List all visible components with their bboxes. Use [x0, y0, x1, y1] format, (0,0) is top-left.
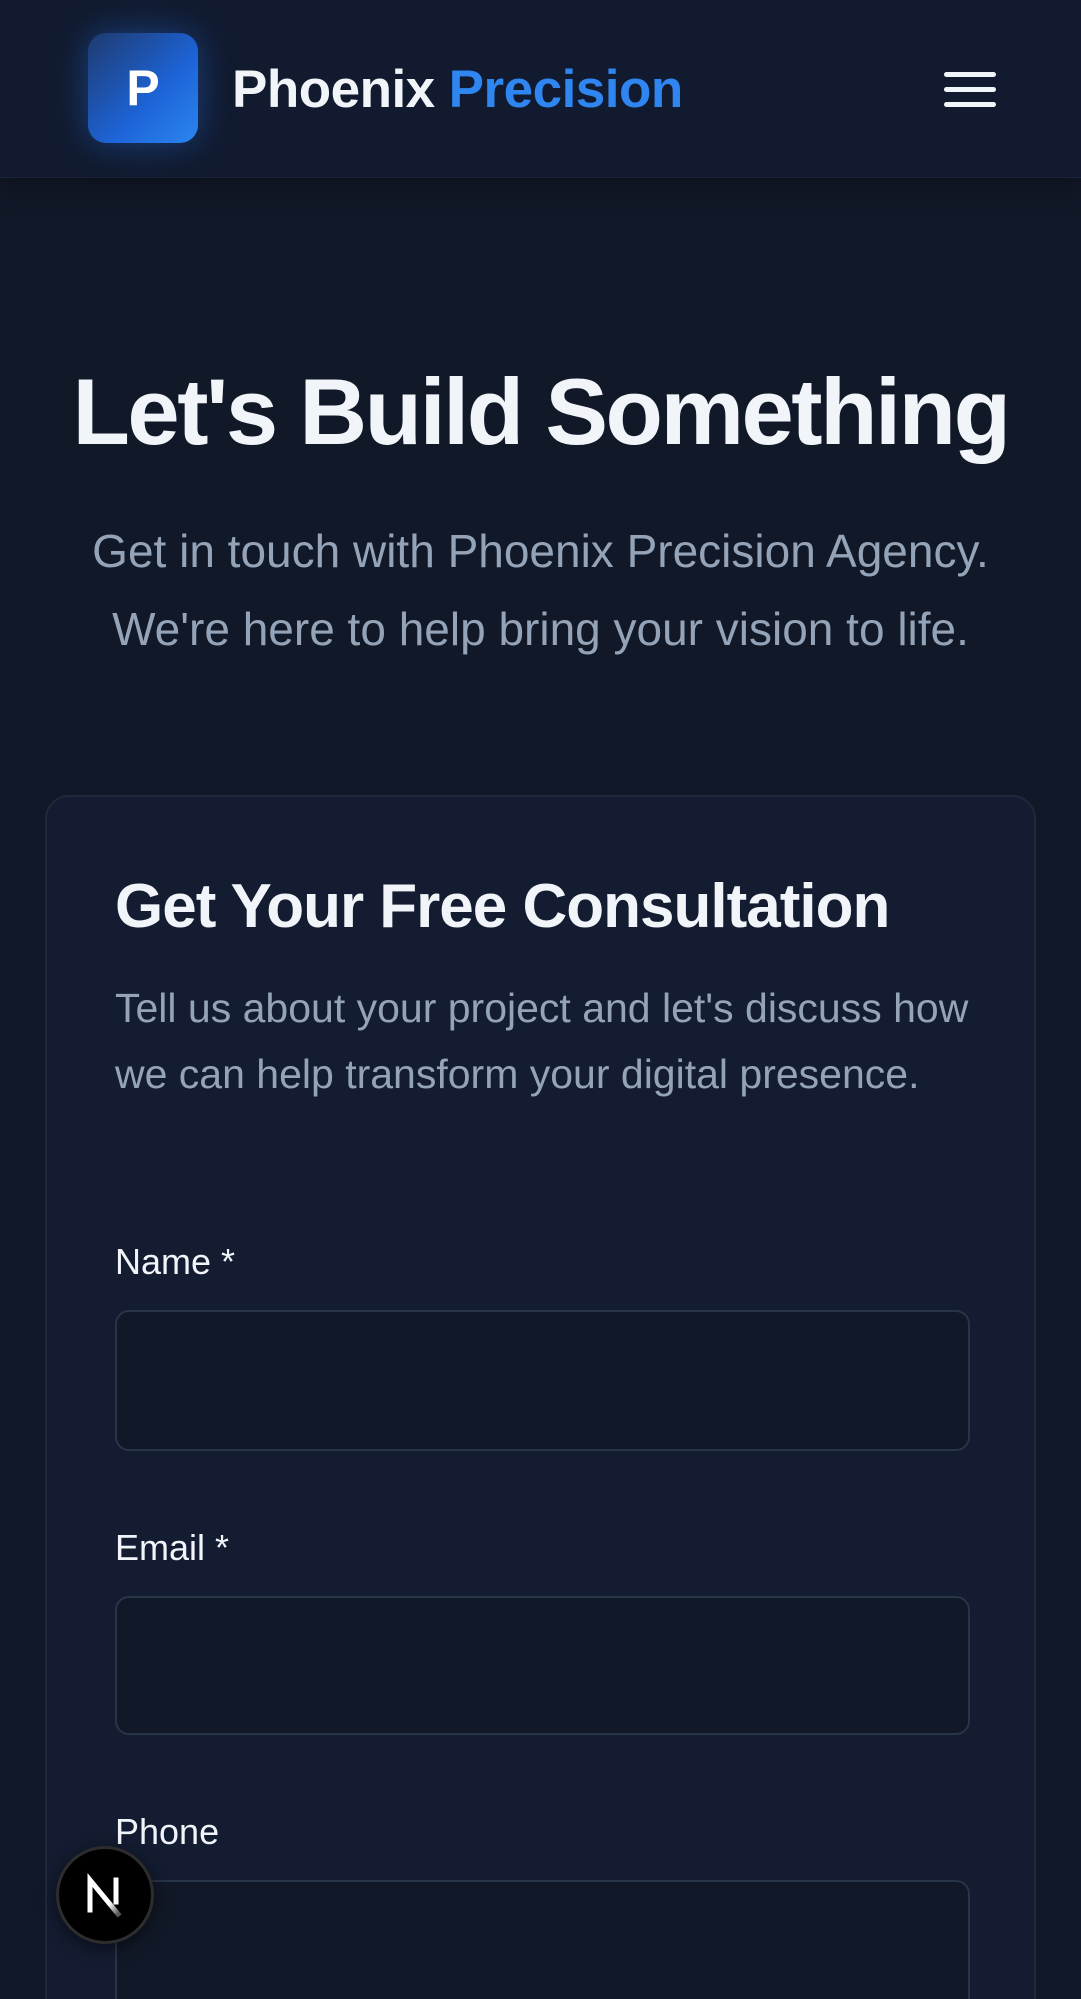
logo-letter: P — [126, 60, 160, 116]
form-description: Tell us about your project and let's dis… — [115, 985, 969, 1097]
hero-subtitle: Get in touch with Phoenix Precision Agen… — [92, 525, 989, 655]
contact-page: P Phoenix Precision Let's Build Somethin… — [0, 0, 1081, 1999]
email-input[interactable] — [115, 1596, 970, 1735]
nextjs-n-glyph — [87, 1873, 122, 1918]
email-label: Email * — [115, 1527, 230, 1568]
nextjs-logo-icon[interactable] — [56, 1846, 154, 1944]
hamburger-menu-icon[interactable] — [930, 56, 1010, 122]
site-header: P Phoenix Precision — [0, 0, 1081, 178]
brand-name-main: Phoenix — [232, 59, 435, 119]
name-input[interactable] — [115, 1310, 970, 1451]
name-label: Name * — [115, 1241, 236, 1282]
phone-label: Phone — [115, 1811, 220, 1852]
menu-bar-top — [944, 71, 996, 77]
menu-bar-middle — [944, 86, 996, 92]
form-title: Get Your Free Consultation — [115, 872, 890, 941]
menu-bar-bottom — [944, 101, 996, 107]
brand-name[interactable]: Phoenix Precision — [232, 54, 683, 124]
logo-badge[interactable]: P — [88, 33, 198, 143]
hero-title: Let's Build Something — [72, 359, 1011, 464]
consultation-form-card: Get Your Free Consultation Tell us about… — [45, 795, 1036, 1999]
brand-name-accent: Precision — [448, 59, 684, 119]
phone-input[interactable] — [115, 1880, 970, 1999]
